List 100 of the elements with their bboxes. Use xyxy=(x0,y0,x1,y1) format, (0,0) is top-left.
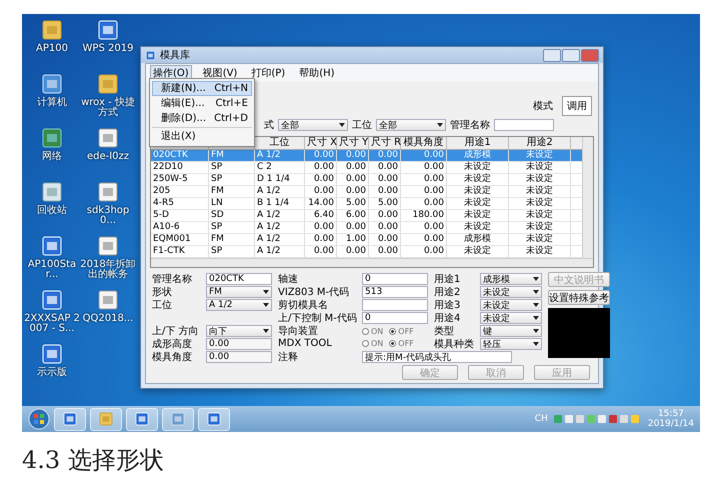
input-field[interactable]: 提示:用M-代码成头孔 xyxy=(362,351,512,363)
horizontal-scrollbar[interactable] xyxy=(151,258,593,267)
table-row[interactable]: 22D10 SP C 2 0.00 0.00 0.00 0.00 未设定 未设定 xyxy=(151,162,582,174)
table-cell: 未设定 xyxy=(509,246,571,257)
table-cell: 未设定 xyxy=(509,174,571,185)
table-cell: 0.00 xyxy=(369,234,401,245)
maximize-button[interactable] xyxy=(562,48,580,62)
desktop-icon-label[interactable]: WPS 2019 xyxy=(80,44,136,54)
table-cell: 未设定 xyxy=(509,198,571,209)
vertical-scrollbar[interactable] xyxy=(582,137,593,258)
desktop-icon-label[interactable]: 2XXXSAP 2007 - S... xyxy=(24,314,80,334)
table-row[interactable]: EQM001 FM A 1/2 0.00 1.00 0.00 0.00 成形模 未设定 xyxy=(151,234,582,246)
menu-option[interactable]: 新建(N)... Ctrl+N xyxy=(152,81,252,96)
column-header[interactable]: 工位 xyxy=(255,137,305,149)
table-row[interactable]: 205 FM A 1/2 0.00 0.00 0.00 0.00 未设定 未设定 xyxy=(151,186,582,198)
table-cell: 未设定 xyxy=(509,150,571,161)
dropdown[interactable]: FM xyxy=(206,286,272,298)
table-cell: 0.00 xyxy=(369,174,401,185)
column-header[interactable]: 用途1 xyxy=(447,137,509,149)
menu-item[interactable]: 视图(V) xyxy=(200,65,240,81)
table-row[interactable]: 4-R5 LN B 1 1/4 14.00 5.00 5.00 0.00 未设定 未设定 xyxy=(151,198,582,210)
table-cell: A 1/2 xyxy=(255,210,305,221)
close-button[interactable] xyxy=(581,48,599,62)
table-cell: 14.00 xyxy=(305,198,337,209)
column-header[interactable]: 尺寸 R xyxy=(369,137,401,149)
desktop-icon-label[interactable]: ede-I0zz xyxy=(80,152,136,162)
table-cell: 成形模 xyxy=(447,234,509,245)
dropdown[interactable]: 轻压 xyxy=(480,338,542,350)
table-cell: 0.00 xyxy=(305,174,337,185)
desktop-icon-label[interactable]: 2018年拆卸出的帐务 xyxy=(80,260,136,280)
desktop-icon-label[interactable]: wrox - 快捷方式 xyxy=(80,98,136,118)
column-header[interactable]: 用途2 xyxy=(509,137,571,149)
table-cell: 0.00 xyxy=(305,246,337,257)
input-field[interactable]: 0 xyxy=(362,312,428,324)
input-field[interactable]: 0.00 xyxy=(206,338,272,350)
table-cell: 4-R5 xyxy=(151,198,209,209)
minimize-button[interactable] xyxy=(543,48,561,62)
mode-tab[interactable]: 调用 xyxy=(562,96,592,116)
caret-icon xyxy=(437,123,443,127)
table-row[interactable]: F1-CTK SP A 1/2 0.00 0.00 0.00 0.00 未设定 未设定 xyxy=(151,246,582,258)
menu-option[interactable]: 编辑(E)... Ctrl+E xyxy=(152,96,252,111)
dropdown[interactable]: 键 xyxy=(480,325,542,337)
dropdown[interactable]: 未设定 xyxy=(480,299,542,311)
desktop-icon-label[interactable]: AP100 xyxy=(24,44,80,54)
radio-option[interactable]: ON xyxy=(362,326,384,336)
filter-input[interactable] xyxy=(494,119,554,131)
table-cell: SP xyxy=(209,174,255,185)
dropdown[interactable]: 未设定 xyxy=(480,312,542,324)
desktop-icon-label[interactable]: 回收站 xyxy=(24,206,80,216)
table-row[interactable]: 5-D SD A 1/2 6.40 6.00 0.00 180.00 未设定 未设定 xyxy=(151,210,582,222)
desktop-icon-label[interactable]: sdk3hop0... xyxy=(80,206,136,226)
taskbar-button[interactable] xyxy=(54,408,86,430)
dropdown[interactable]: 未设定 xyxy=(480,286,542,298)
table-cell: SP xyxy=(209,162,255,173)
taskbar-button[interactable] xyxy=(126,408,158,430)
desktop-icon-label[interactable]: 示示版 xyxy=(24,368,80,378)
desktop-icon-label[interactable]: 网络 xyxy=(24,152,80,162)
table-cell: 0.00 xyxy=(305,234,337,245)
field-label: 上/下控制 M-代码 xyxy=(278,312,358,325)
menu-option[interactable]: 退出(X) xyxy=(152,129,252,144)
dropdown[interactable]: 成形模 xyxy=(480,273,542,285)
taskbar-button[interactable] xyxy=(198,408,230,430)
radio-option[interactable]: OFF xyxy=(389,326,414,336)
table-cell: 250W-5 xyxy=(151,174,209,185)
menu-item[interactable]: 帮助(H) xyxy=(296,65,338,81)
table-cell: FM xyxy=(209,234,255,245)
side-button[interactable]: 设置特殊参考 xyxy=(548,290,610,305)
app-icon xyxy=(40,234,64,258)
dropdown[interactable]: A 1/2 xyxy=(206,299,272,311)
field-label: 工位 xyxy=(152,299,173,312)
desktop-icon-label[interactable]: AP100Star... xyxy=(24,260,80,280)
input-field[interactable]: 0 xyxy=(362,273,428,285)
start-button[interactable] xyxy=(28,408,50,430)
menu-item[interactable]: 打印(P) xyxy=(248,65,288,81)
input-field[interactable]: 0.00 xyxy=(206,351,272,363)
column-header[interactable]: 尺寸 X xyxy=(305,137,337,149)
filter-dropdown[interactable]: 全部 xyxy=(278,119,348,131)
input-field[interactable]: 513 xyxy=(362,286,428,298)
table-row[interactable]: A10-6 SP A 1/2 0.00 0.00 0.00 0.00 未设定 未设定 xyxy=(151,222,582,234)
menu-option[interactable]: 删除(D)... Ctrl+D xyxy=(152,111,252,126)
input-field[interactable] xyxy=(362,299,428,311)
radio-option[interactable]: ON xyxy=(362,338,384,348)
table-cell: B 1 1/4 xyxy=(255,198,305,209)
taskbar-button[interactable] xyxy=(90,408,122,430)
tool-preview xyxy=(548,308,610,358)
table-cell: 0.00 xyxy=(401,246,447,257)
filter-dropdown[interactable]: 全部 xyxy=(376,119,446,131)
column-header[interactable]: 模具角度 xyxy=(401,137,447,149)
table-row[interactable]: 250W-5 SP D 1 1/4 0.00 0.00 0.00 0.00 未设定 未设定 xyxy=(151,174,582,186)
dropdown[interactable]: 向下 xyxy=(206,325,272,337)
caret-icon xyxy=(533,290,539,294)
desktop-icon-label[interactable]: QQ2018... xyxy=(80,314,136,324)
table-cell: 0.00 xyxy=(369,186,401,197)
taskbar-button[interactable] xyxy=(162,408,194,430)
desktop-icon-label[interactable]: 计算机 xyxy=(24,98,80,108)
table-cell: 6.00 xyxy=(337,210,369,221)
column-header[interactable]: 尺寸 Y xyxy=(337,137,369,149)
radio-option[interactable]: OFF xyxy=(389,338,414,348)
mode-tab[interactable]: 模式 xyxy=(528,96,558,116)
input-field[interactable]: 020CTK xyxy=(206,273,272,285)
